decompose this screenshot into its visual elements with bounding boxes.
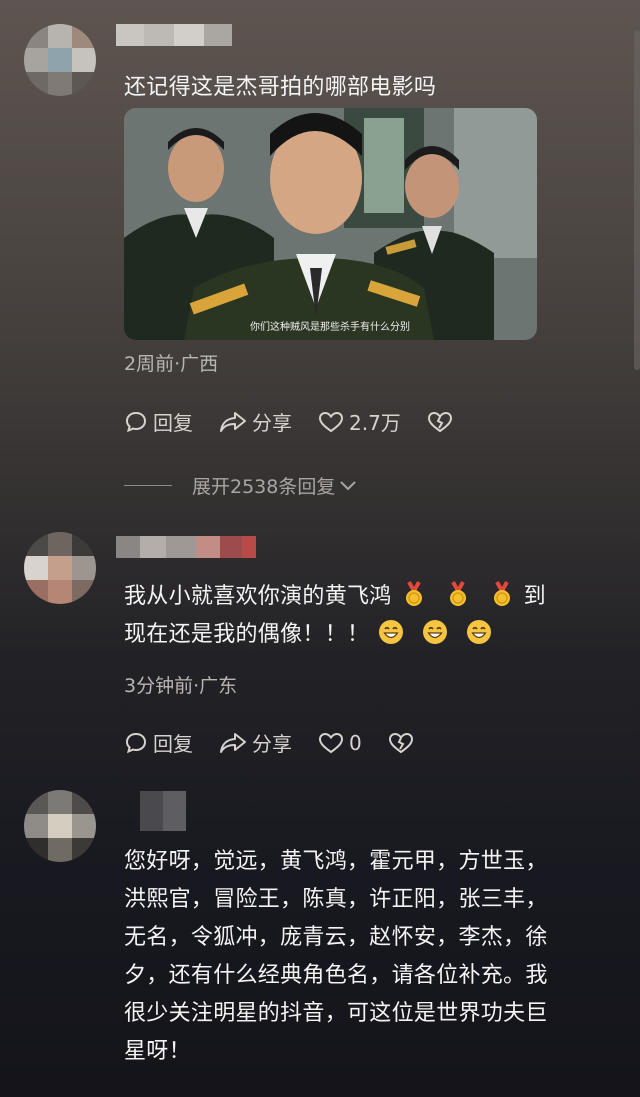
comment-text-line2: 现在还是我的偶像！！！: [124, 622, 370, 647]
chevron-down-icon: [340, 480, 357, 490]
reply-icon: [125, 732, 147, 753]
comment-meta: 2周前·广西: [124, 353, 219, 375]
grin-emoji: [379, 620, 404, 644]
comment-text-line1-end: 到: [523, 584, 546, 609]
dislike-heart-icon: [388, 732, 413, 753]
avatar[interactable]: [24, 790, 96, 862]
comment-text-line: 夕，还有什么经典角色名，请各位补充。我: [124, 963, 548, 988]
reply-button[interactable]: 回复: [124, 728, 193, 757]
comment-actions: 回复 分享 0: [124, 728, 445, 757]
medal-emoji: [405, 581, 422, 606]
movie-subtitle: 你们这种贼风是那些杀手有什么分别: [250, 320, 410, 333]
movie-still-image: 你们这种贼风是那些杀手有什么分别: [124, 108, 537, 340]
grin-emoji: [467, 620, 492, 644]
reply-icon: [125, 411, 147, 432]
comment-text-line: 星呀！: [124, 1039, 191, 1064]
dislike-heart-icon: [427, 411, 452, 432]
dislike-button[interactable]: [427, 410, 458, 434]
comment-text-line: 您好呀，觉远，黄飞鸿，霍元甲，方世玉，: [124, 849, 548, 874]
scrollbar[interactable]: [634, 30, 640, 370]
like-count: 0: [349, 730, 362, 755]
share-icon: [220, 411, 246, 432]
comment-text-line: 无名，令狐冲，庞青云，赵怀安，李杰，徐: [124, 925, 548, 950]
username[interactable]: [140, 791, 186, 831]
avatar[interactable]: [24, 532, 96, 604]
like-count: 2.7万: [349, 411, 401, 435]
share-icon: [220, 732, 246, 753]
grin-emoji: [423, 620, 448, 644]
heart-icon: [318, 411, 344, 432]
comment-text: 我从小就喜欢你演的黄飞鸿 到 现在还是我的偶像！！！: [124, 578, 546, 654]
share-button[interactable]: 分享: [219, 407, 292, 436]
like-button[interactable]: 0: [318, 731, 362, 755]
share-button[interactable]: 分享: [219, 728, 292, 757]
comment-text: 您好呀，觉远，黄飞鸿，霍元甲，方世玉， 洪熙官，冒险王，陈真，许正阳，张三丰， …: [124, 843, 614, 1071]
comment-text: 还记得这是杰哥拍的哪部电影吗: [124, 75, 437, 100]
reply-button[interactable]: 回复: [124, 407, 193, 436]
username[interactable]: [116, 536, 256, 558]
divider: [124, 485, 172, 486]
dislike-button[interactable]: [388, 731, 419, 755]
username[interactable]: [116, 24, 232, 46]
medal-emoji: [493, 581, 510, 606]
comment-text-line: 很少关注明星的抖音，可这位是世界功夫巨: [124, 1001, 548, 1026]
like-button[interactable]: 2.7万: [318, 407, 401, 436]
heart-icon: [318, 732, 344, 753]
reply-label: 回复: [153, 411, 193, 435]
share-label: 分享: [252, 411, 292, 435]
comment-text-line: 洪熙官，冒险王，陈真，许正阳，张三丰，: [124, 887, 548, 912]
share-label: 分享: [252, 732, 292, 756]
comment-text-line1: 我从小就喜欢你演的黄飞鸿: [124, 584, 392, 609]
expand-label: 展开2538条回复: [192, 476, 336, 498]
medal-emoji: [449, 581, 466, 606]
comment-image[interactable]: 你们这种贼风是那些杀手有什么分别: [124, 108, 537, 340]
comment-meta: 3分钟前·广东: [124, 675, 238, 697]
reply-label: 回复: [153, 732, 193, 756]
avatar[interactable]: [24, 24, 96, 96]
comment-actions: 回复 分享 2.7万: [124, 407, 484, 436]
expand-replies[interactable]: 展开2538条回复: [124, 472, 357, 499]
